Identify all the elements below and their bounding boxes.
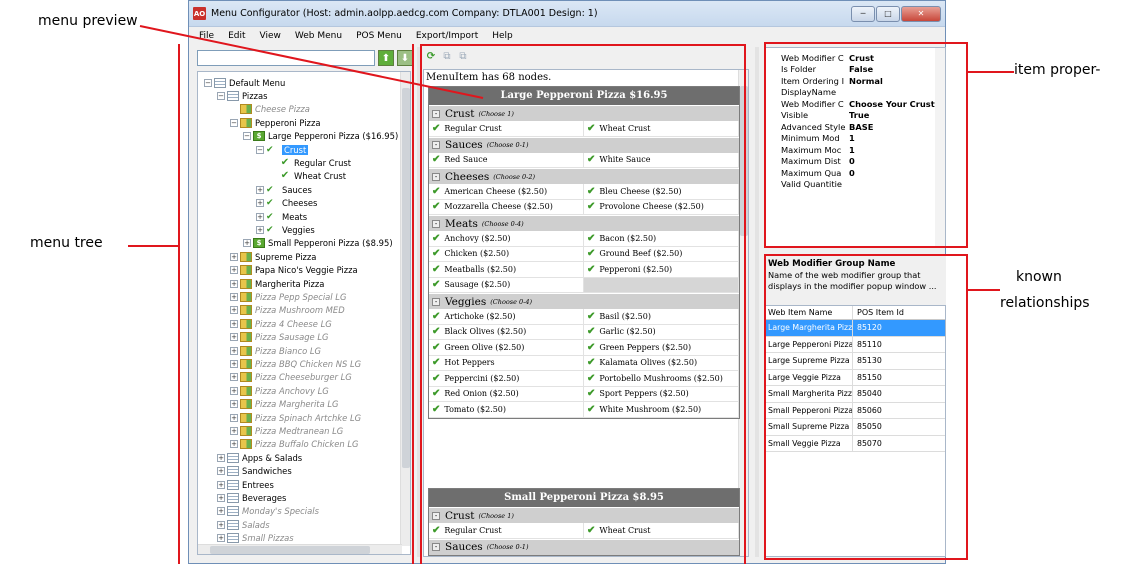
close-button[interactable]: ✕ [901, 5, 941, 22]
known-relationships-highlight [764, 254, 968, 560]
maximize-button[interactable]: □ [876, 5, 900, 22]
menu-pos-menu[interactable]: POS Menu [356, 31, 402, 41]
menu-web-menu[interactable]: Web Menu [295, 31, 342, 41]
title-bar[interactable]: AO Menu Configurator (Host: admin.aolpp.… [189, 1, 945, 27]
menu-edit[interactable]: Edit [228, 31, 245, 41]
annotation-known-relationships-2: relationships [1000, 295, 1090, 311]
minimize-button[interactable]: ─ [851, 5, 875, 22]
annotation-menu-preview: menu preview [38, 13, 138, 29]
menu-tree-highlight [178, 44, 414, 564]
annotation-known-relationships-1: known [1016, 269, 1062, 285]
right-splitter[interactable] [755, 47, 759, 557]
window-title: Menu Configurator (Host: admin.aolpp.aed… [211, 8, 598, 19]
menu-preview-highlight [420, 44, 746, 564]
window-controls: ─ □ ✕ [851, 5, 941, 22]
item-properties-highlight [764, 42, 968, 248]
menu-view[interactable]: View [260, 31, 281, 41]
menu-file[interactable]: File [199, 31, 214, 41]
app-icon: AO [193, 7, 206, 20]
menu-export-import[interactable]: Export/Import [416, 31, 478, 41]
menu-help[interactable]: Help [492, 31, 513, 41]
annotation-item-properties: item proper- [1014, 62, 1101, 78]
annotation-menu-tree: menu tree [30, 235, 103, 251]
